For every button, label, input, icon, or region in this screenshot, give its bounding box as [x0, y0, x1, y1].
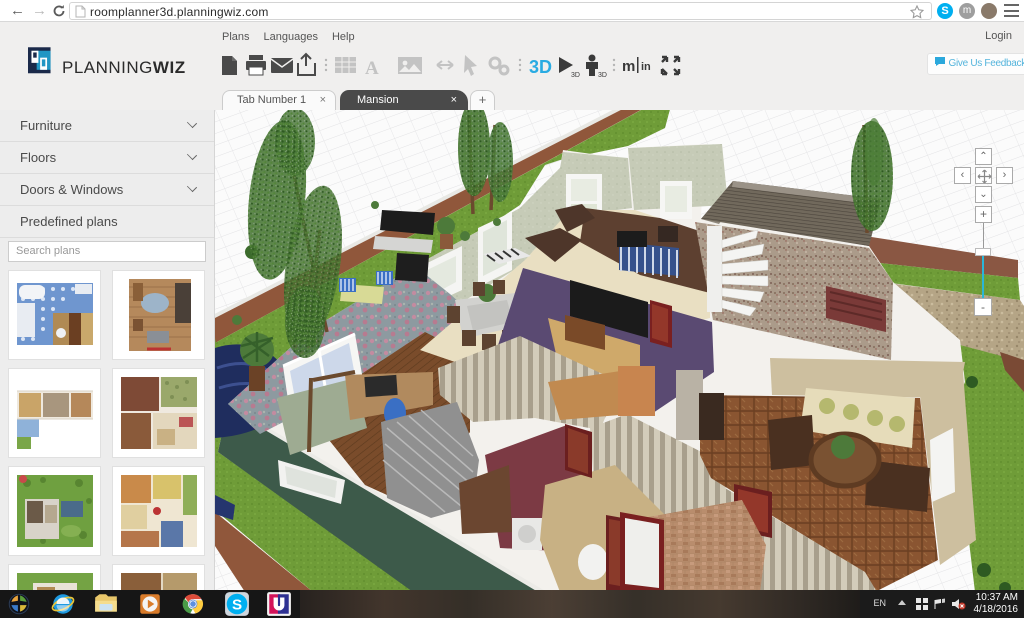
svg-text:A: A [365, 58, 379, 79]
svg-text:3D: 3D [598, 72, 607, 79]
svg-text:m: m [622, 58, 635, 75]
svg-text:3D: 3D [571, 72, 580, 79]
svg-text:3D: 3D [529, 57, 552, 77]
svg-text:in: in [641, 61, 651, 73]
svg-text:S: S [232, 596, 242, 613]
